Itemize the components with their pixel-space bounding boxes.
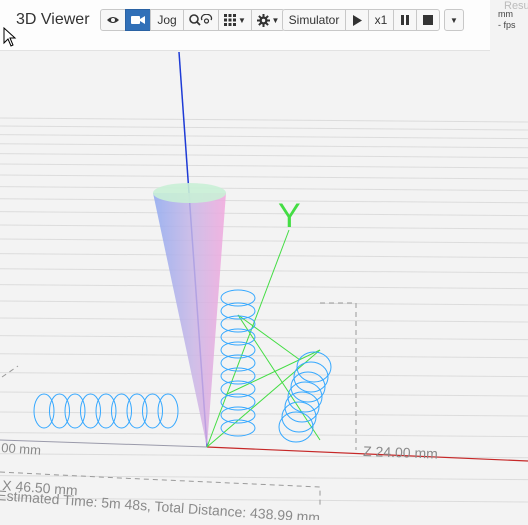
coil-loop	[64, 393, 86, 429]
render-stats: Resu mm - fps	[498, 0, 528, 50]
zoom-fit-button[interactable]	[183, 9, 219, 31]
coil-loop	[284, 391, 320, 423]
chevron-down-icon: ▼	[238, 15, 246, 25]
chevron-down-icon: ▼	[450, 15, 458, 25]
grid-line	[0, 253, 528, 259]
settings-menu-button[interactable]: ▼	[251, 9, 285, 31]
grid-line	[0, 211, 528, 217]
viewer-toolbar: 3D Viewer Jog ▼ ▼ Simulator x1 ▼	[0, 0, 490, 51]
grid-line	[0, 117, 528, 123]
grid-line	[0, 153, 528, 159]
chevron-down-icon: ▼	[271, 15, 280, 25]
tool-cone	[153, 183, 226, 447]
coil-loop	[95, 393, 117, 429]
grid-line	[0, 317, 528, 323]
jog-button[interactable]: Jog	[150, 9, 184, 31]
view-button[interactable]	[100, 9, 126, 31]
speed-button[interactable]: x1	[368, 9, 394, 31]
coil-loop	[287, 381, 323, 413]
grid-line	[0, 163, 528, 169]
grid-line	[0, 284, 528, 290]
left-dimension-label: 00 mm	[1, 440, 42, 458]
coil-loop	[126, 393, 148, 429]
play-icon	[352, 14, 362, 26]
mouse-cursor-icon	[3, 27, 17, 47]
3d-viewport[interactable]: Y Z 24.00 mm X 46.50 mm 00 mm Estimated …	[0, 0, 528, 525]
coil-loop	[281, 401, 317, 433]
video-camera-icon	[131, 15, 145, 25]
coil-loop	[220, 393, 256, 411]
simulator-group: Simulator x1	[282, 9, 440, 31]
coil-loop	[293, 361, 329, 393]
pause-icon	[401, 15, 409, 25]
grid-line	[0, 174, 528, 180]
grid-line	[0, 268, 528, 274]
floor-grid	[0, 117, 528, 503]
viewer-title: 3D Viewer	[16, 11, 90, 28]
coil-loop	[142, 393, 163, 429]
grid-line	[0, 198, 528, 204]
coil-loop	[111, 393, 132, 429]
coil-loop	[278, 411, 314, 443]
coil-loop	[33, 393, 55, 429]
grid-line	[0, 224, 528, 230]
grid-icon	[224, 14, 237, 26]
grid-line	[0, 335, 528, 341]
coil-loop	[220, 302, 256, 320]
more-group: ▼	[444, 9, 464, 31]
grid-line	[0, 125, 528, 131]
search-icon	[189, 14, 213, 26]
coil-loop	[80, 393, 101, 429]
coil-loop	[220, 289, 256, 307]
stop-icon	[423, 15, 433, 25]
grid-line	[0, 238, 528, 244]
stop-button[interactable]	[416, 9, 440, 31]
unit-label: mm	[498, 9, 513, 19]
coil-loop	[220, 354, 256, 372]
coil-loop	[157, 393, 179, 429]
grid-line	[0, 432, 528, 438]
3d-scene[interactable]: Y Z 24.00 mm X 46.50 mm 00 mm Estimated …	[0, 0, 528, 525]
y-axis-label: Y	[278, 197, 301, 235]
grid-line	[0, 475, 528, 481]
coil-loop	[290, 371, 326, 403]
coil-loop	[220, 419, 256, 437]
grid-line	[0, 134, 528, 140]
grid-menu-button[interactable]: ▼	[218, 9, 252, 31]
simulator-button[interactable]: Simulator	[282, 9, 346, 31]
pause-button[interactable]	[393, 9, 417, 31]
z-dimension-label: Z 24.00 mm	[363, 443, 438, 462]
grid-line	[0, 186, 528, 192]
camera-button[interactable]	[125, 9, 151, 31]
fps-label: - fps	[498, 20, 516, 30]
estimate-label: Estimated Time: 5m 48s, Total Distance: …	[0, 487, 321, 520]
eye-icon	[106, 15, 120, 25]
grid-line	[0, 411, 528, 417]
more-options-button[interactable]: ▼	[444, 9, 464, 31]
view-mode-group: Jog ▼ ▼	[100, 9, 285, 31]
gear-icon	[256, 13, 270, 27]
play-button[interactable]	[345, 9, 369, 31]
grid-line	[0, 300, 528, 306]
coil-loop	[220, 367, 256, 385]
grid-line	[0, 143, 528, 149]
coil-loop	[49, 393, 70, 429]
